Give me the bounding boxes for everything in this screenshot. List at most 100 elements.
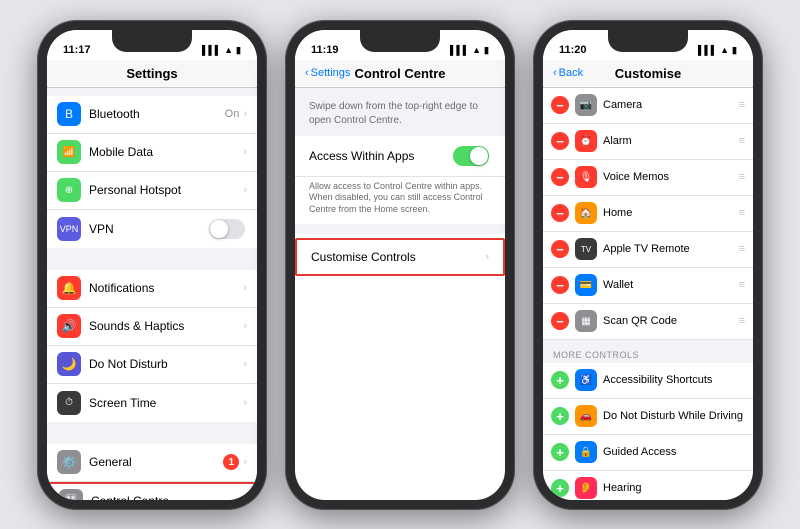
cc-customise-row[interactable]: Customise Controls › [295,238,505,276]
bluetooth-value: On [225,108,240,120]
drag-icon: ≡ [739,279,745,291]
chevron-left-icon: ‹ [553,67,557,79]
settings-sounds[interactable]: 🔊 Sounds & Haptics › [47,308,257,346]
qr-label: Scan QR Code [603,315,739,327]
chevron-icon: › [243,397,247,409]
camera-icon: 📷 [575,94,597,116]
wallet-label: Wallet [603,279,739,291]
remove-btn[interactable]: − [551,204,569,222]
general-badge: 1 [223,454,239,470]
hotspot-label: Personal Hotspot [89,183,243,197]
cust-home[interactable]: − 🏠 Home ≡ [543,196,753,232]
cust-qr[interactable]: − ▦ Scan QR Code ≡ [543,304,753,340]
cust-dnd-driving[interactable]: + 🚗 Do Not Disturb While Driving [543,399,753,435]
appletv-icon: TV [575,238,597,260]
time-1: 11:17 [63,44,91,56]
drag-icon: ≡ [739,243,745,255]
dnd-label: Do Not Disturb [89,357,243,371]
wifi-icon: ▲ [224,45,233,55]
cust-camera[interactable]: − 📷 Camera ≡ [543,88,753,124]
page-title-2: Control Centre [355,66,446,81]
settings-bluetooth[interactable]: B Bluetooth On › [47,96,257,134]
cc-customise-label: Customise Controls [311,250,416,264]
chevron-icon: › [241,495,245,500]
settings-notifications[interactable]: 🔔 Notifications › [47,270,257,308]
drag-icon: ≡ [739,135,745,147]
settings-vpn[interactable]: VPN VPN [47,210,257,248]
cust-accessibility[interactable]: + ♿ Accessibility Shortcuts [543,363,753,399]
chevron-icon: › [243,282,247,294]
settings-control-centre[interactable]: 🎛 Control Centre › [47,482,257,500]
cust-wallet[interactable]: − 💳 Wallet ≡ [543,268,753,304]
settings-list: B Bluetooth On › 📶 Mobile Data › ⊕ Perso… [47,88,257,500]
cust-alarm[interactable]: − ⏰ Alarm ≡ [543,124,753,160]
notch-2 [360,30,440,52]
cust-appletv[interactable]: − TV Apple TV Remote ≡ [543,232,753,268]
bluetooth-label: Bluetooth [89,107,225,121]
wallet-icon: 💳 [575,274,597,296]
cc-content: Swipe down from the top-right edge to op… [295,88,505,500]
phone-1: 11:17 ▌▌▌ ▲ ▮ Settings B Bluetooth On › [37,20,267,510]
chevron-icon: › [243,146,247,158]
status-icons-1: ▌▌▌ ▲ ▮ [202,45,241,56]
signal-icon: ▌▌▌ [698,45,717,55]
general-icon: ⚙️ [57,450,81,474]
nav-bar-3: ‹ Back Customise [543,60,753,88]
settings-dnd[interactable]: 🌙 Do Not Disturb › [47,346,257,384]
alarm-icon: ⏰ [575,130,597,152]
remove-btn[interactable]: − [551,168,569,186]
add-btn[interactable]: + [551,407,569,425]
remove-btn[interactable]: − [551,132,569,150]
remove-btn[interactable]: − [551,240,569,258]
access-toggle[interactable] [453,146,489,166]
phone-3-screen: 11:20 ▌▌▌ ▲ ▮ ‹ Back Customise − 📷 Camer… [543,30,753,500]
remove-btn[interactable]: − [551,276,569,294]
cc-access-section: Access Within Apps Allow access to Contr… [295,136,505,224]
accessibility-label: Accessibility Shortcuts [603,374,745,386]
chevron-icon: › [243,320,247,332]
chevron-icon: › [485,251,489,263]
appletv-label: Apple TV Remote [603,243,739,255]
home-label: Home [603,207,739,219]
add-btn[interactable]: + [551,479,569,497]
vpn-icon: VPN [57,217,81,241]
section-gap [47,422,257,444]
notch-3 [608,30,688,52]
vpn-toggle[interactable] [209,219,245,239]
hearing-icon: 👂 [575,477,597,499]
time-3: 11:20 [559,44,587,56]
accessibility-icon: ♿ [575,369,597,391]
cc-sublabel: Allow access to Control Centre within ap… [295,181,505,224]
cust-voice-memos[interactable]: − 🎙 Voice Memos ≡ [543,160,753,196]
back-button-3[interactable]: ‹ Back [553,67,583,79]
wifi-icon: ▲ [472,45,481,55]
back-label-2: Settings [311,67,351,79]
add-btn[interactable]: + [551,443,569,461]
settings-screen-time[interactable]: ⏱ Screen Time › [47,384,257,422]
back-label-3: Back [559,67,583,79]
qr-icon: ▦ [575,310,597,332]
cc-access-row[interactable]: Access Within Apps [295,136,505,177]
chevron-left-icon: ‹ [305,67,309,79]
sounds-icon: 🔊 [57,314,81,338]
battery-icon: ▮ [236,45,241,56]
hotspot-icon: ⊕ [57,178,81,202]
customise-content: − 📷 Camera ≡ − ⏰ Alarm ≡ − 🎙 Voice Memos… [543,88,753,500]
settings-general[interactable]: ⚙️ General 1 › [47,444,257,482]
customise-scroll: − 📷 Camera ≡ − ⏰ Alarm ≡ − 🎙 Voice Memos… [543,88,753,500]
section-gap [47,88,257,96]
back-button-2[interactable]: ‹ Settings [305,67,350,79]
cust-hearing[interactable]: + 👂 Hearing [543,471,753,500]
remove-btn[interactable]: − [551,312,569,330]
nav-bar-2: ‹ Settings Control Centre [295,60,505,88]
add-btn[interactable]: + [551,371,569,389]
signal-icon: ▌▌▌ [202,45,221,55]
home-icon: 🏠 [575,202,597,224]
settings-mobile-data[interactable]: 📶 Mobile Data › [47,134,257,172]
alarm-label: Alarm [603,135,739,147]
mobile-data-label: Mobile Data [89,145,243,159]
camera-label: Camera [603,99,739,111]
cust-guided[interactable]: + 🔒 Guided Access [543,435,753,471]
remove-btn[interactable]: − [551,96,569,114]
settings-personal-hotspot[interactable]: ⊕ Personal Hotspot › [47,172,257,210]
